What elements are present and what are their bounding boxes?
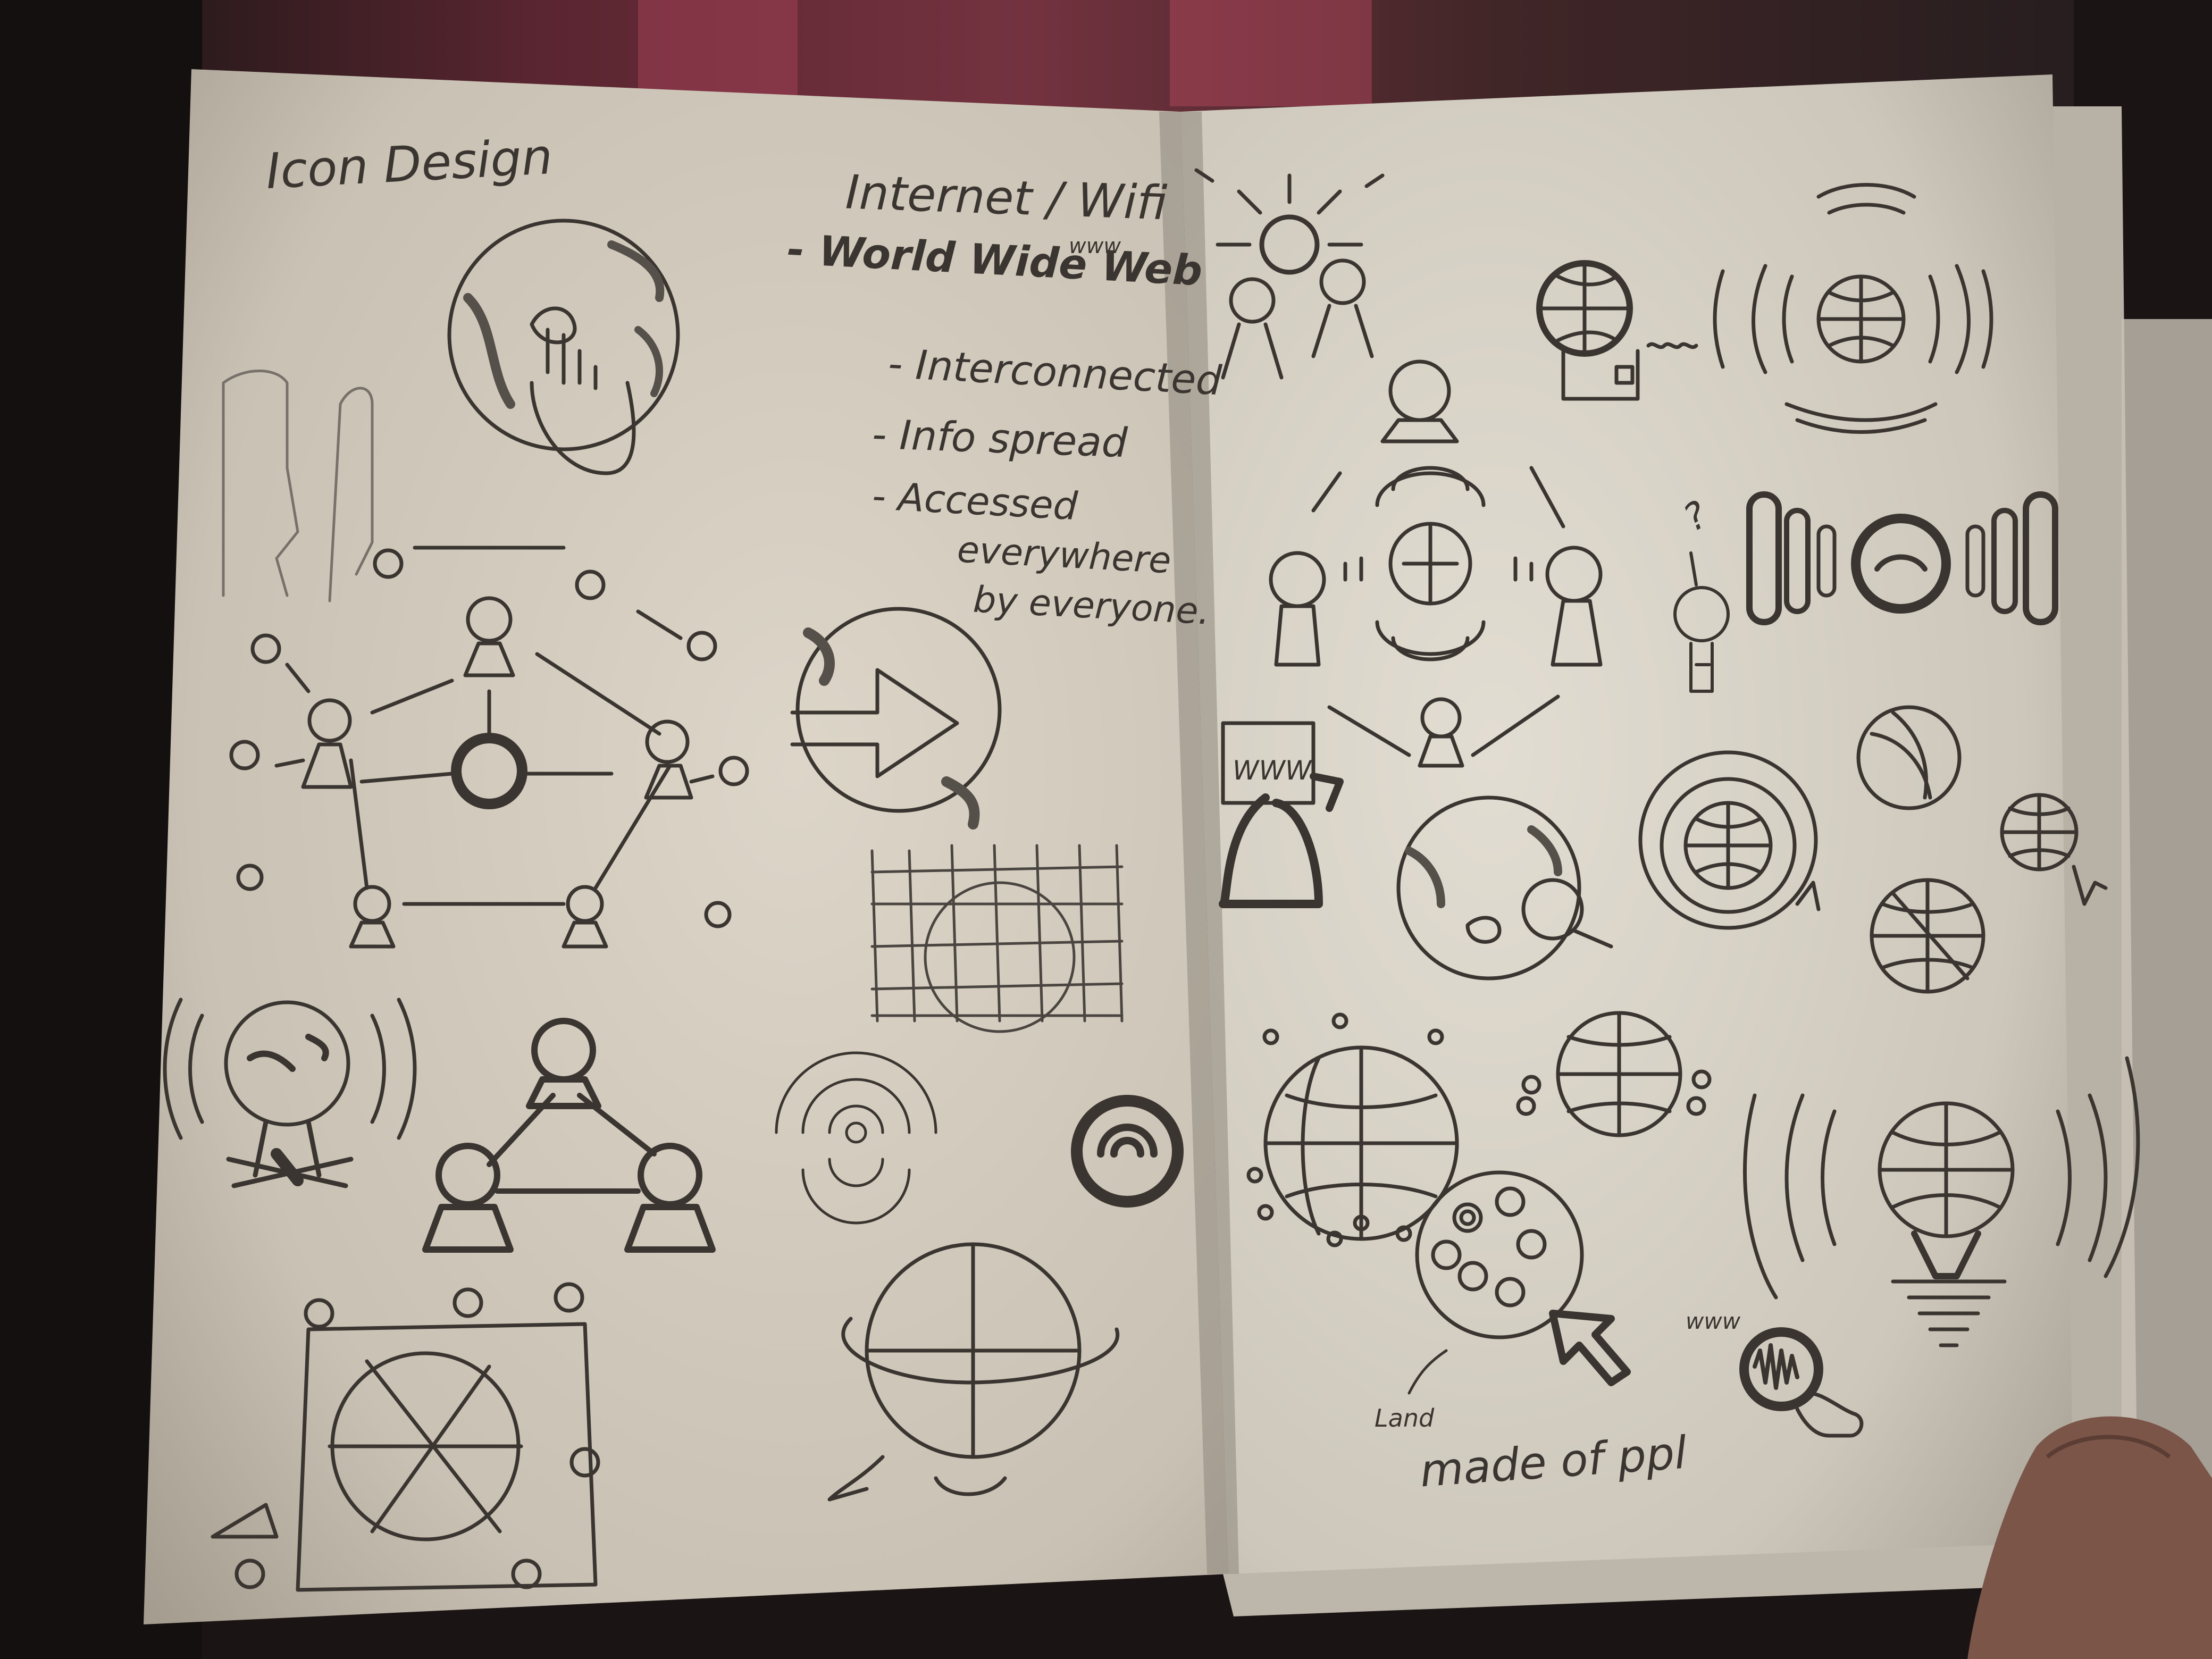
radiating-globe-sketch — [1713, 183, 1993, 434]
broadcast-globe-sketch — [1742, 1056, 2140, 1347]
topic-title: Internet / Wifi — [844, 164, 1168, 231]
grid-people-sketch — [211, 1282, 600, 1592]
globe-people-dots-sketch — [1516, 1011, 1712, 1137]
people-globe-triangle-sketch — [1269, 359, 1603, 768]
globe-head-person-sketch — [1673, 551, 1730, 693]
www-screen-sketch — [1219, 721, 1344, 908]
globe-finger-sketch — [447, 219, 680, 475]
grid-circle-sketch — [870, 844, 1124, 1033]
scribble-globe-hand-sketch — [1739, 1327, 1864, 1438]
www-screen-label: WWW — [1233, 755, 1312, 786]
wifi-signal-sketch — [775, 1051, 937, 1225]
wifi-round-icon-sketch — [1071, 1095, 1184, 1208]
people-land-globe-sketch — [1407, 1170, 1631, 1395]
caption-land: Land — [1375, 1404, 1435, 1432]
globe-stand-sketch — [1536, 260, 1698, 401]
wifi-globe-sketch — [163, 998, 417, 1188]
globe-dots-sketch — [1246, 1012, 1476, 1247]
globe-magnifier-sketch — [1396, 795, 1613, 981]
small-globes-sketch — [1856, 705, 2108, 994]
triangle-people-sketch — [422, 1018, 716, 1253]
arrow-globe-sketch — [790, 607, 1002, 830]
notebook-photo: Icon Design Internet / Wifi - World Wide… — [0, 0, 2212, 1659]
orbit-globe-sketch — [827, 1242, 1120, 1502]
spiral-globe-sketch — [1638, 750, 1821, 930]
buildings-sketch — [222, 370, 374, 602]
sun-globe-sketch — [1194, 168, 1385, 380]
www-small-label: www — [1069, 234, 1121, 258]
note-line-3: - Info spread — [871, 410, 1128, 467]
www-hand-label: www — [1686, 1308, 1741, 1334]
shaded-globe-signal-sketch — [1746, 491, 2058, 625]
people-network-sketch — [229, 546, 749, 949]
